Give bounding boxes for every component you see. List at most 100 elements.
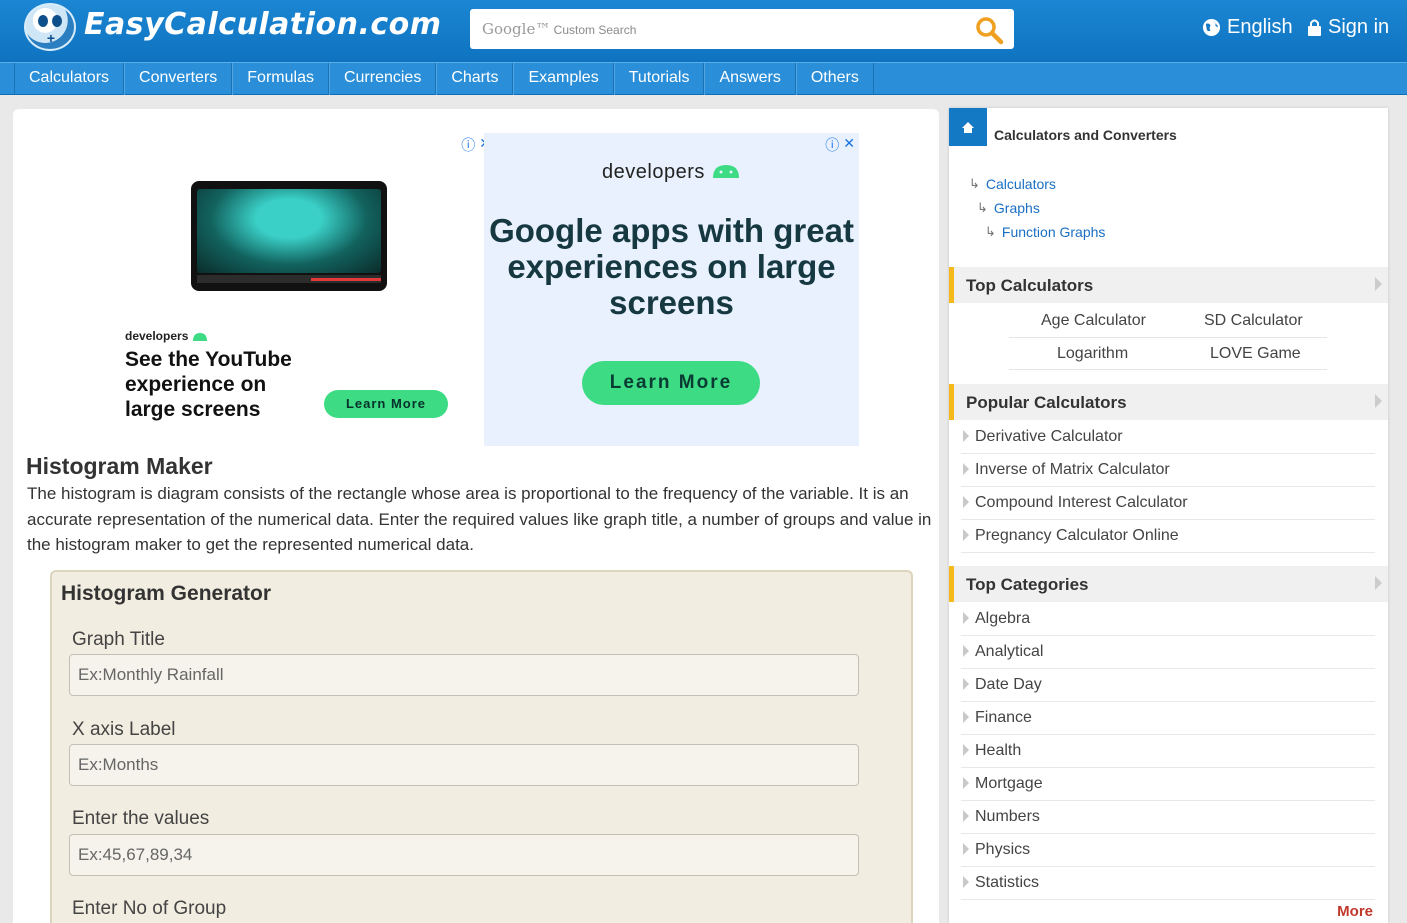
category-label: Analytical <box>975 643 1044 660</box>
breadcrumb-label: Calculators <box>985 176 1056 192</box>
category-label: Numbers <box>975 808 1040 825</box>
breadcrumb-graphs[interactable]: ↳ Graphs <box>977 200 1040 216</box>
globe-icon <box>1202 18 1221 37</box>
top-calc-logarithm[interactable]: Logarithm <box>1057 345 1128 363</box>
main-nav: Calculators Converters Formulas Currenci… <box>0 62 1407 95</box>
search-icon[interactable] <box>974 15 1004 45</box>
top-categories-header[interactable]: Top Categories <box>949 566 1388 602</box>
category-label: Date Day <box>975 676 1042 693</box>
ad-phone-image <box>191 181 387 291</box>
top-calculators-header[interactable]: Top Calculators <box>949 267 1388 303</box>
signin-link[interactable]: Sign in <box>1307 16 1389 39</box>
home-button[interactable] <box>949 108 987 146</box>
bullet-arrow-icon <box>963 843 969 855</box>
list-item-label: Inverse of Matrix Calculator <box>975 461 1170 478</box>
category-item[interactable]: Finance <box>961 702 1375 735</box>
nav-charts[interactable]: Charts <box>436 63 514 95</box>
category-item[interactable]: Mortgage <box>961 768 1375 801</box>
category-label: Statistics <box>975 874 1040 891</box>
sidebar-heading: Calculators and Converters <box>994 127 1177 143</box>
ad-info-icon[interactable]: ⓘ <box>461 135 475 155</box>
expand-arrow-icon <box>1375 576 1382 590</box>
groups-label: Enter No of Group <box>72 898 227 919</box>
breadcrumb-calculators[interactable]: ↳ Calculators <box>969 176 1056 192</box>
bullet-arrow-icon <box>963 876 969 888</box>
nav-converters[interactable]: Converters <box>124 63 233 95</box>
bullet-arrow-icon <box>963 777 969 789</box>
nav-formulas[interactable]: Formulas <box>232 63 329 95</box>
ad-brand: developers <box>125 329 208 343</box>
list-item[interactable]: Inverse of Matrix Calculator <box>961 454 1375 487</box>
bullet-arrow-icon <box>963 529 969 541</box>
ad-brand-label: developers <box>125 329 189 343</box>
histogram-generator-form: Histogram Generator Graph Title X axis L… <box>50 570 913 923</box>
breadcrumb-label: Function Graphs <box>1001 224 1106 240</box>
android-icon <box>712 165 739 178</box>
nav-tutorials[interactable]: Tutorials <box>613 63 705 95</box>
popular-calculators-header[interactable]: Popular Calculators <box>949 384 1388 420</box>
section-title: Top Calculators <box>966 276 1094 295</box>
bullet-arrow-icon <box>963 810 969 822</box>
list-item[interactable]: Compound Interest Calculator <box>961 487 1375 520</box>
language-selector[interactable]: English <box>1202 16 1293 39</box>
expand-arrow-icon <box>1375 394 1382 408</box>
divider <box>1009 337 1327 338</box>
page-title: Histogram Maker <box>26 453 213 479</box>
nav-currencies[interactable]: Currencies <box>328 63 437 95</box>
breadcrumb-arrow-icon: ↳ <box>985 224 996 239</box>
signin-label: Sign in <box>1328 16 1390 38</box>
category-item[interactable]: Numbers <box>961 801 1375 834</box>
list-item[interactable]: Derivative Calculator <box>961 421 1375 454</box>
ad-headline: See the YouTube experience on large scre… <box>125 348 292 421</box>
ad-info-icon[interactable]: ⓘ <box>825 135 839 155</box>
values-input[interactable] <box>69 834 859 876</box>
top-calc-love-game[interactable]: LOVE Game <box>1210 345 1301 363</box>
sidebar: Calculators and Converters ↳ Calculators… <box>949 108 1388 923</box>
ad-banner-right[interactable]: ⓘ ✕ developers Google apps with great ex… <box>484 133 859 446</box>
bullet-arrow-icon <box>963 430 969 442</box>
bullet-arrow-icon <box>963 612 969 624</box>
x-axis-label-label: X axis Label <box>72 719 176 740</box>
category-item[interactable]: Analytical <box>961 636 1375 669</box>
list-item-label: Derivative Calculator <box>975 428 1123 445</box>
more-link[interactable]: More <box>1337 903 1373 920</box>
category-item[interactable]: Statistics <box>961 867 1375 900</box>
bullet-arrow-icon <box>963 645 969 657</box>
ad-banner-left[interactable]: ⓘ ✕ developers See the YouTube experienc… <box>113 133 491 439</box>
ad-learn-more-button[interactable]: Learn More <box>582 361 760 405</box>
category-label: Mortgage <box>975 775 1043 792</box>
category-item[interactable]: Physics <box>961 834 1375 867</box>
graph-title-input[interactable] <box>69 654 859 696</box>
generator-title: Histogram Generator <box>61 582 272 605</box>
breadcrumb-function-graphs[interactable]: ↳ Function Graphs <box>985 224 1105 240</box>
nav-answers[interactable]: Answers <box>704 63 796 95</box>
nav-examples[interactable]: Examples <box>513 63 614 95</box>
category-item[interactable]: Algebra <box>961 603 1375 636</box>
category-item[interactable]: Health <box>961 735 1375 768</box>
page-description: The histogram is diagram consists of the… <box>27 484 932 554</box>
home-icon <box>962 122 974 133</box>
list-item-label: Pregnancy Calculator Online <box>975 527 1179 544</box>
top-calc-sd[interactable]: SD Calculator <box>1204 312 1303 330</box>
nav-calculators[interactable]: Calculators <box>14 63 125 95</box>
category-item[interactable]: Date Day <box>961 669 1375 702</box>
logo-mascot-icon: + <box>24 3 76 51</box>
ad-learn-more-button[interactable]: Learn More <box>324 390 448 418</box>
top-calc-age[interactable]: Age Calculator <box>1041 312 1146 330</box>
search-box[interactable]: Google™ Custom Search <box>470 9 1014 49</box>
ad-brand: developers <box>484 161 859 184</box>
nav-others[interactable]: Others <box>795 63 874 95</box>
category-label: Physics <box>975 841 1031 858</box>
site-header: + EasyCalculation.com Google™ Custom Sea… <box>0 0 1407 62</box>
x-axis-label-input[interactable] <box>69 744 859 786</box>
bullet-arrow-icon <box>963 496 969 508</box>
site-logo[interactable]: + EasyCalculation.com <box>24 3 444 53</box>
ad-close-icon[interactable]: ✕ <box>843 135 855 155</box>
ad-brand-label: developers <box>602 161 705 183</box>
category-label: Finance <box>975 709 1032 726</box>
section-title: Popular Calculators <box>966 393 1127 412</box>
category-label: Algebra <box>975 610 1031 627</box>
logo-text: EasyCalculation.com <box>84 7 442 42</box>
bullet-arrow-icon <box>963 678 969 690</box>
list-item[interactable]: Pregnancy Calculator Online <box>961 520 1375 553</box>
